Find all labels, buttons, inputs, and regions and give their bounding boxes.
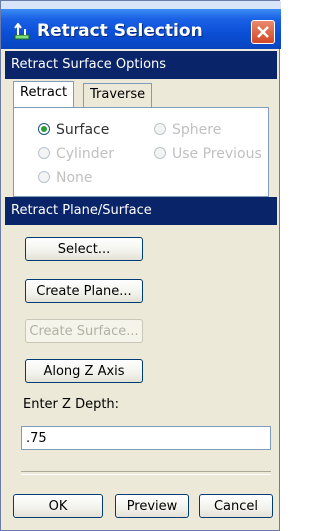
- retract-app-icon: [14, 23, 30, 40]
- ok-button[interactable]: OK: [13, 494, 103, 518]
- radio-sphere[interactable]: Sphere: [154, 122, 221, 138]
- create-surface-button[interactable]: Create Surface...: [25, 319, 143, 343]
- create-plane-button[interactable]: Create Plane...: [25, 279, 143, 303]
- surface-options-header: Retract Surface Options: [5, 51, 277, 79]
- radio-indicator: [38, 147, 50, 159]
- radio-cylinder[interactable]: Cylinder: [38, 146, 114, 162]
- retract-tab-panel: Surface Sphere Cylinder Use Previous Non…: [13, 107, 269, 197]
- radio-none[interactable]: None: [38, 170, 93, 186]
- cancel-button[interactable]: Cancel: [199, 494, 273, 518]
- radio-indicator: [38, 171, 50, 183]
- close-icon: [257, 26, 269, 38]
- preview-button[interactable]: Preview: [115, 494, 189, 518]
- radio-use-previous[interactable]: Use Previous: [154, 146, 262, 162]
- tab-retract[interactable]: Retract: [13, 81, 75, 107]
- select-button[interactable]: Select...: [25, 237, 143, 261]
- radio-surface[interactable]: Surface: [38, 122, 109, 138]
- z-depth-input[interactable]: [21, 426, 271, 450]
- plane-surface-header: Retract Plane/Surface: [5, 197, 277, 225]
- radio-indicator: [154, 123, 166, 135]
- radio-indicator: [154, 147, 166, 159]
- close-button[interactable]: [251, 20, 275, 44]
- title-bar[interactable]: Retract Selection: [1, 9, 281, 49]
- separator: [21, 471, 271, 475]
- top-strip: [1, 1, 281, 9]
- z-depth-label: Enter Z Depth:: [23, 397, 120, 412]
- window-title: Retract Selection: [37, 21, 203, 41]
- retract-selection-dialog: Retract Selection Retract Surface Option…: [0, 0, 281, 531]
- along-z-axis-button[interactable]: Along Z Axis: [25, 359, 143, 383]
- tab-traverse[interactable]: Traverse: [83, 83, 153, 107]
- radio-indicator: [38, 123, 50, 135]
